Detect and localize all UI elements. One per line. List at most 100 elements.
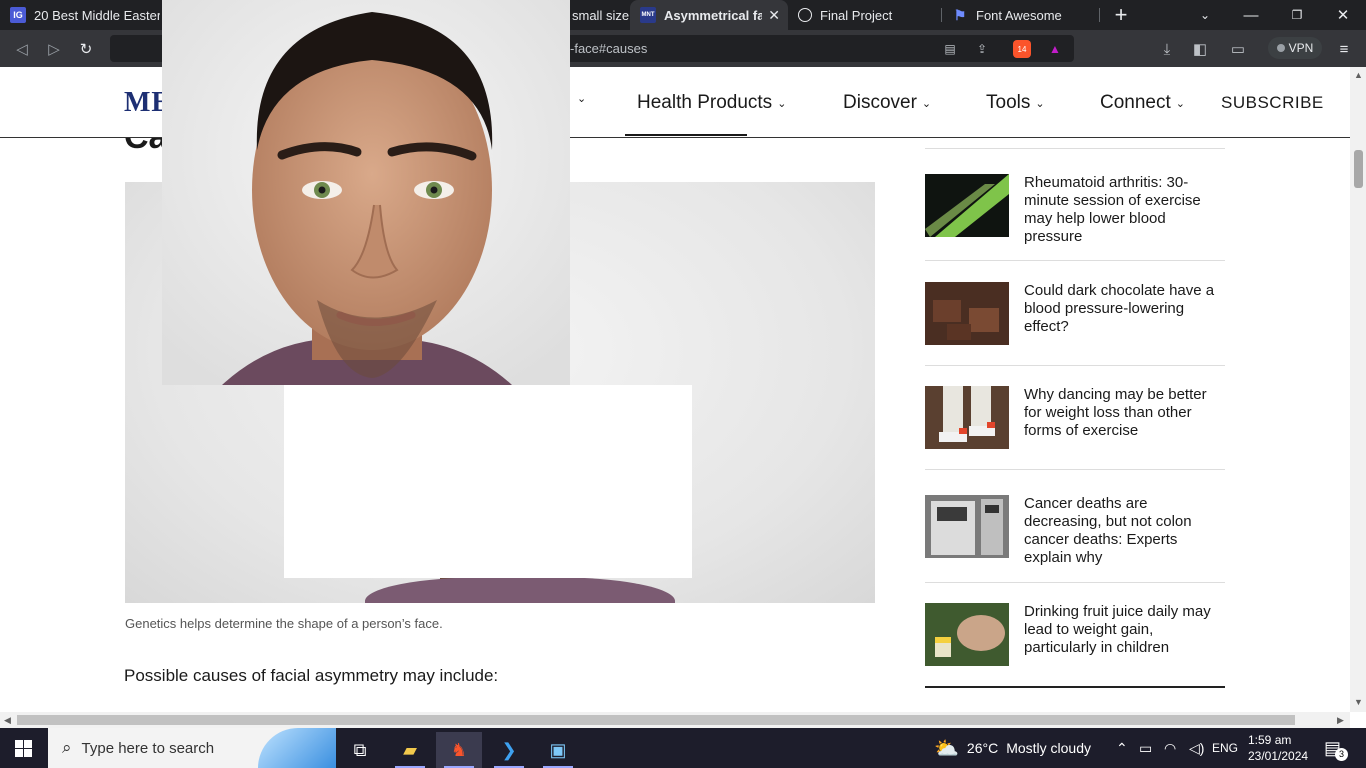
url-text[interactable]: -face#causes bbox=[570, 41, 647, 56]
close-window-icon[interactable]: ✕ bbox=[1320, 0, 1366, 30]
nav-health-products[interactable]: Health Products ⌄ bbox=[637, 92, 786, 114]
nav-label: Health Products bbox=[637, 92, 773, 113]
nav-hidden-chevron[interactable]: ⌄ bbox=[577, 92, 586, 105]
related-article-title[interactable]: Cancer deaths are decreasing, but not co… bbox=[1024, 495, 1226, 567]
task-view-icon[interactable]: ⧉ bbox=[337, 732, 383, 768]
arthritis-thumbnail-art bbox=[925, 174, 1009, 237]
infusion-pump-thumbnail-art bbox=[931, 499, 1003, 555]
windows-start-icon[interactable] bbox=[0, 728, 46, 768]
notification-count: 3 bbox=[1335, 747, 1349, 761]
related-article-title[interactable]: Could dark chocolate have a blood pressu… bbox=[1024, 282, 1226, 336]
menu-icon[interactable]: ≡ bbox=[1332, 37, 1356, 61]
nav-discover[interactable]: Discover ⌄ bbox=[843, 92, 931, 114]
subscribe-link[interactable]: SUBSCRIBE bbox=[1221, 93, 1324, 113]
wallet-icon[interactable]: ▭ bbox=[1226, 37, 1250, 61]
brave-browser-icon[interactable]: ♞ bbox=[436, 732, 482, 768]
chevron-down-icon: ⌄ bbox=[1175, 97, 1185, 110]
hidden-icons-chevron-icon[interactable]: ⌃ bbox=[1116, 728, 1128, 768]
tab-middle-eastern[interactable]: IG 20 Best Middle Eastern bbox=[0, 0, 160, 30]
brave-rewards-icon[interactable]: ▲ bbox=[1046, 40, 1064, 58]
minimize-icon[interactable]: — bbox=[1228, 0, 1274, 30]
notification-icon[interactable]: ▤ 3 bbox=[1324, 728, 1349, 768]
search-highlight-icon bbox=[258, 728, 336, 768]
brave-shield-icon[interactable]: 14 bbox=[1013, 40, 1031, 58]
tab-font-awesome[interactable]: ⚑ Font Awesome bbox=[942, 0, 1100, 30]
related-article-title[interactable]: Why dancing may be better for weight los… bbox=[1024, 386, 1226, 440]
scroll-up-icon[interactable]: ▲ bbox=[1354, 70, 1363, 80]
divider bbox=[925, 148, 1225, 149]
image-blank-overlay bbox=[284, 385, 692, 578]
volume-icon[interactable]: ◁) bbox=[1189, 728, 1204, 768]
related-article-title[interactable]: Rheumatoid arthritis: 30-minute session … bbox=[1024, 174, 1226, 246]
related-article-title[interactable]: Drinking fruit juice daily may lead to w… bbox=[1024, 603, 1226, 657]
file-explorer-icon[interactable]: ▰ bbox=[387, 732, 433, 768]
tab-final-project[interactable]: Final Project bbox=[788, 0, 938, 30]
infusion-pump-thumbnail[interactable] bbox=[925, 495, 1009, 558]
clock-time: 1:59 am bbox=[1248, 733, 1292, 747]
sidebar-toggle-icon[interactable]: ◧ bbox=[1188, 37, 1212, 61]
mnt-favicon-icon: MNT bbox=[640, 7, 656, 23]
nav-tools[interactable]: Tools ⌄ bbox=[986, 92, 1045, 114]
tab-list-chevron-icon[interactable]: ⌄ bbox=[1182, 0, 1228, 30]
clock[interactable]: 1:59 am 23/01/2024 bbox=[1248, 728, 1308, 768]
tab-small-size[interactable]: small size bbox=[570, 0, 630, 30]
windows-taskbar: ⌕ Type here to search ⧉ ▰ ♞ ❯ ▣ ⛅ 26°C M… bbox=[0, 728, 1366, 768]
language-indicator[interactable]: ENG bbox=[1212, 728, 1238, 768]
vpn-status-icon bbox=[1276, 44, 1285, 52]
taskbar-search-box[interactable]: ⌕ Type here to search bbox=[48, 728, 336, 768]
battery-icon[interactable]: ▭ bbox=[1139, 728, 1152, 768]
reload-icon[interactable]: ↻ bbox=[74, 37, 98, 61]
arthritis-thumbnail[interactable] bbox=[925, 174, 1009, 237]
vpn-button[interactable]: VPN bbox=[1268, 37, 1322, 59]
search-placeholder: Type here to search bbox=[81, 739, 215, 757]
nav-connect[interactable]: Connect ⌄ bbox=[1100, 92, 1185, 114]
fruit-juice-thumbnail[interactable] bbox=[925, 603, 1009, 666]
tab-title: small size bbox=[572, 7, 630, 23]
tab-asymmetrical-face[interactable]: MNT Asymmetrical fac ✕ bbox=[630, 0, 788, 30]
maximize-icon[interactable]: ❐ bbox=[1274, 0, 1320, 30]
nav-active-underline bbox=[625, 134, 747, 136]
nav-label: Connect bbox=[1100, 92, 1171, 113]
chevron-down-icon: ⌄ bbox=[1035, 97, 1045, 110]
new-tab-button[interactable]: + bbox=[1098, 0, 1144, 30]
article-heading: Ca bbox=[124, 138, 167, 157]
divider bbox=[925, 582, 1225, 583]
scroll-down-icon[interactable]: ▼ bbox=[1354, 697, 1363, 707]
close-tab-icon[interactable]: ✕ bbox=[768, 7, 780, 24]
floating-portrait-image bbox=[162, 0, 570, 385]
scroll-right-icon[interactable]: ▶ bbox=[1337, 715, 1344, 726]
image-caption: Genetics helps determine the shape of a … bbox=[125, 616, 443, 631]
partly-cloudy-icon: ⛅ bbox=[934, 737, 959, 760]
search-icon: ⌕ bbox=[62, 738, 72, 757]
reader-mode-icon[interactable]: ▤ bbox=[941, 40, 959, 58]
tab-title: 20 Best Middle Eastern bbox=[34, 7, 160, 23]
chevron-down-icon: ⌄ bbox=[921, 97, 932, 110]
globe-icon bbox=[798, 8, 812, 22]
divider bbox=[925, 365, 1225, 366]
photos-icon[interactable]: ▣ bbox=[535, 732, 581, 768]
forward-icon[interactable]: ▷ bbox=[42, 37, 66, 61]
share-icon[interactable]: ⇪ bbox=[973, 40, 991, 58]
horizontal-scroll-thumb[interactable] bbox=[17, 715, 1295, 725]
flag-icon: ⚑ bbox=[953, 6, 967, 23]
vpn-label: VPN bbox=[1288, 41, 1314, 55]
divider bbox=[925, 469, 1225, 470]
tab-title: Final Project bbox=[820, 7, 893, 23]
ig-favicon-icon: IG bbox=[10, 7, 26, 23]
wifi-icon[interactable]: ◠ bbox=[1164, 728, 1176, 768]
weather-temp: 26°C bbox=[966, 740, 999, 756]
chocolate-thumbnail[interactable] bbox=[925, 282, 1009, 345]
back-icon[interactable]: ◁ bbox=[10, 37, 34, 61]
vertical-scrollbar[interactable]: ▲ ▼ bbox=[1350, 67, 1366, 712]
download-icon[interactable]: ⤓ bbox=[1155, 37, 1179, 61]
vscode-icon[interactable]: ❯ bbox=[486, 732, 532, 768]
chocolate-thumbnail-art bbox=[933, 300, 999, 340]
horizontal-scrollbar[interactable]: ◀ ▶ bbox=[0, 712, 1350, 728]
vertical-scroll-thumb[interactable] bbox=[1354, 150, 1363, 188]
weather-desc: Mostly cloudy bbox=[1006, 740, 1091, 756]
portrait-illustration bbox=[162, 0, 570, 385]
sidebar-end-divider bbox=[925, 686, 1225, 688]
scroll-left-icon[interactable]: ◀ bbox=[4, 715, 11, 726]
weather-widget[interactable]: ⛅ 26°C Mostly cloudy bbox=[934, 728, 1091, 768]
dancing-thumbnail[interactable] bbox=[925, 386, 1009, 449]
